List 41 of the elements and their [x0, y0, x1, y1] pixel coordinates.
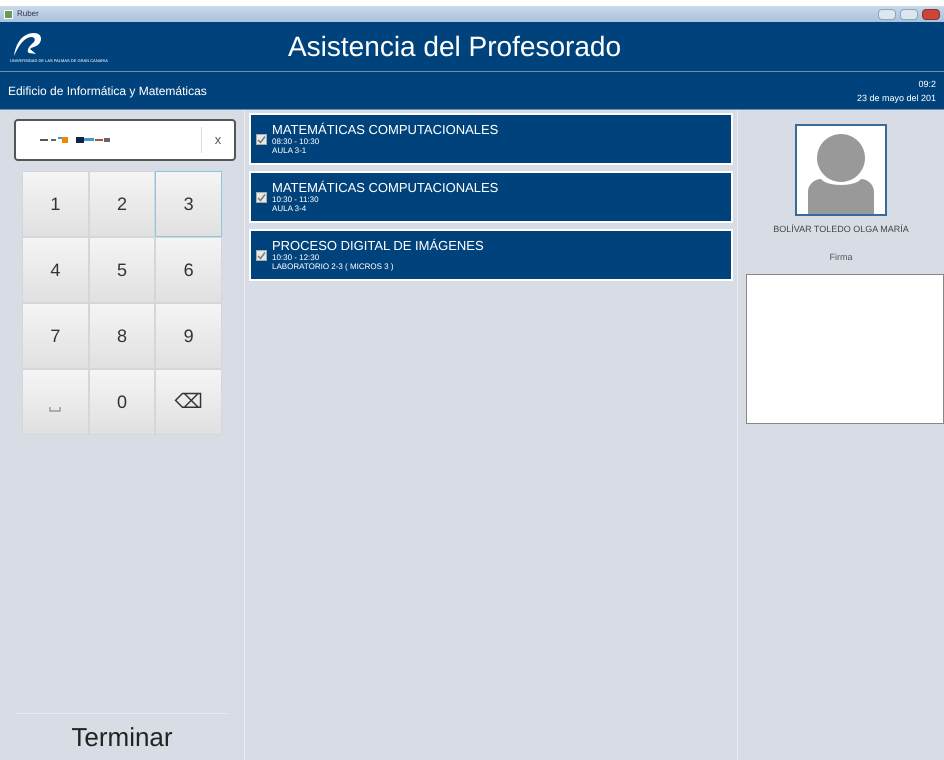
backspace-key[interactable]: ⌫: [155, 369, 222, 435]
digit-key[interactable]: 6: [155, 237, 222, 303]
clock-time: 09:2: [918, 78, 936, 90]
class-card[interactable]: MATEMÁTICAS COMPUTACIONALES 10:30 - 11:30 AULA 3-4: [249, 171, 733, 223]
digit-key[interactable]: 2: [88, 171, 156, 237]
checkbox[interactable]: [256, 134, 267, 144]
class-card[interactable]: MATEMÁTICAS COMPUTACIONALES 08:30 - 10:30 AULA 3-1: [249, 113, 733, 165]
digit-key[interactable]: 4: [22, 237, 89, 303]
space-icon: [49, 407, 62, 412]
app-icon: [4, 10, 13, 18]
close-button[interactable]: [922, 8, 940, 20]
finish-button[interactable]: Terminar: [0, 714, 244, 760]
class-time: 10:30 - 12:30: [272, 254, 320, 262]
digit-key[interactable]: 0: [88, 369, 156, 435]
avatar-icon: [795, 124, 887, 216]
subject-title: PROCESO DIGITAL DE IMÁGENES: [272, 239, 484, 252]
class-room: AULA 3-4: [272, 205, 308, 213]
subject-title: MATEMÁTICAS COMPUTACIONALES: [272, 181, 498, 194]
clear-button[interactable]: x: [202, 130, 234, 150]
class-card[interactable]: PROCESO DIGITAL DE IMÁGENES 10:30 - 12:30 LABORATORIO 2-3 ( MICROS 3 ): [249, 229, 733, 281]
date-label: 23 de mayo del 201: [856, 92, 936, 104]
digit-key[interactable]: 8: [88, 303, 156, 369]
subject-title: MATEMÁTICAS COMPUTACIONALES: [272, 123, 498, 136]
teacher-name: BOLÍVAR TOLEDO OLGA MARÍA: [773, 223, 909, 236]
building-name: Edificio de Informática y Matemáticas: [8, 82, 207, 100]
class-room: LABORATORIO 2-3 ( MICROS 3 ): [272, 263, 395, 271]
class-time: 10:30 - 11:30: [272, 196, 320, 204]
class-time: 08:30 - 10:30: [272, 138, 320, 146]
digit-key[interactable]: 5: [88, 237, 156, 303]
digit-key[interactable]: 7: [22, 303, 89, 369]
digit-key[interactable]: 1: [22, 171, 89, 237]
signature-label: Firma: [830, 250, 852, 264]
window-title: Ruber: [17, 8, 39, 20]
app-title: Asistencia del Profesorado: [288, 30, 622, 64]
signature-pad[interactable]: [746, 274, 944, 424]
class-room: AULA 3-1: [272, 147, 308, 155]
checkbox[interactable]: [256, 192, 267, 202]
digit-key[interactable]: 9: [155, 303, 222, 369]
digit-key[interactable]: 3: [155, 171, 222, 237]
id-input-field[interactable]: x: [14, 119, 236, 161]
checkbox[interactable]: [256, 250, 267, 260]
